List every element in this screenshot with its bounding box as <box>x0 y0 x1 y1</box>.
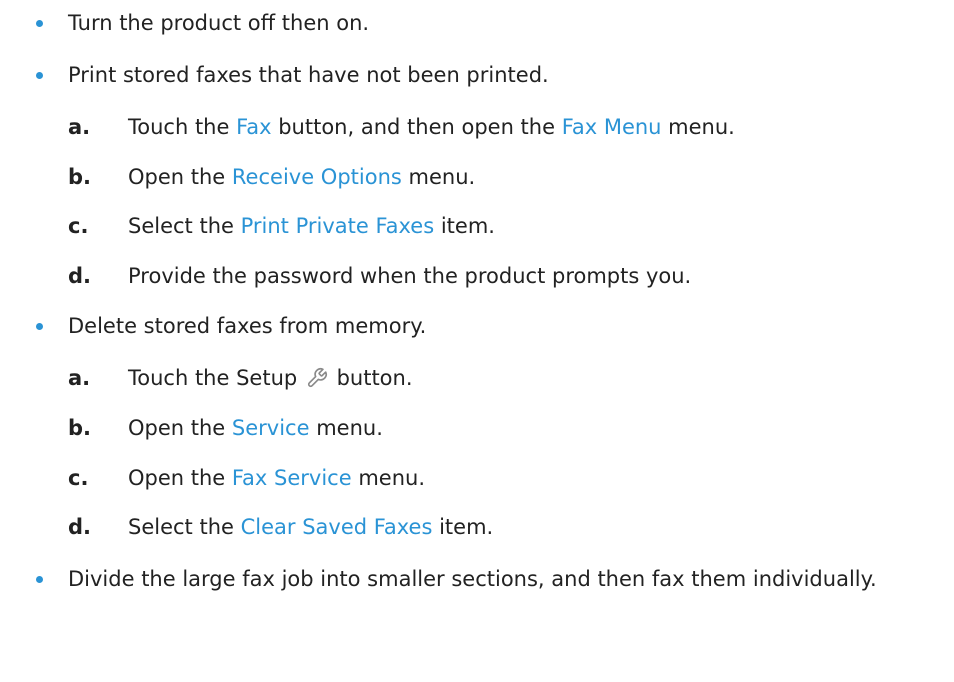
wrench-icon <box>307 368 327 388</box>
bullet-dot <box>36 576 43 583</box>
menu-item-fax-service: Fax Service <box>231 466 352 490</box>
list-item-text: Divide the large fax job into smaller se… <box>68 567 877 591</box>
step-text: Open the Fax Service menu. <box>128 466 426 490</box>
step-letter: d. <box>68 515 92 539</box>
step-text: Touch the Fax button, and then open the … <box>128 115 735 139</box>
menu-item-fax: Fax <box>236 115 272 139</box>
step-text: Select the Print Private Faxes item. <box>128 214 495 238</box>
step-letter: a. <box>68 115 91 139</box>
bullet-dot <box>36 20 43 27</box>
step-letter: b. <box>68 165 92 189</box>
menu-item-fax-menu: Fax Menu <box>561 115 662 139</box>
menu-item-service: Service <box>231 416 310 440</box>
step-text: Select the Clear Saved Faxes item. <box>128 515 494 539</box>
step-letter: a. <box>68 366 91 390</box>
bullet-dot <box>36 323 43 330</box>
menu-item-print-private-faxes: Print Private Faxes <box>240 214 435 238</box>
step-letter: c. <box>68 466 89 490</box>
menu-item-receive-options: Receive Options <box>231 165 402 189</box>
step-text: Open the Service menu. <box>128 416 383 440</box>
step-letter: c. <box>68 214 89 238</box>
troubleshooting-list: Turn the product off then on. Print stor… <box>0 0 954 682</box>
menu-item-clear-saved-faxes: Clear Saved Faxes <box>240 515 433 539</box>
list-item-text: Turn the product off then on. <box>68 11 370 35</box>
step-letter: b. <box>68 416 92 440</box>
step-text: Provide the password when the product pr… <box>128 264 692 288</box>
step-text: Open the Receive Options menu. <box>128 165 476 189</box>
bullet-dot <box>36 72 43 79</box>
list-item-text: Print stored faxes that have not been pr… <box>68 63 549 87</box>
list-item-text: Delete stored faxes from memory. <box>68 314 427 338</box>
step-text: Touch the Setup button. <box>128 366 413 390</box>
step-letter: d. <box>68 264 92 288</box>
